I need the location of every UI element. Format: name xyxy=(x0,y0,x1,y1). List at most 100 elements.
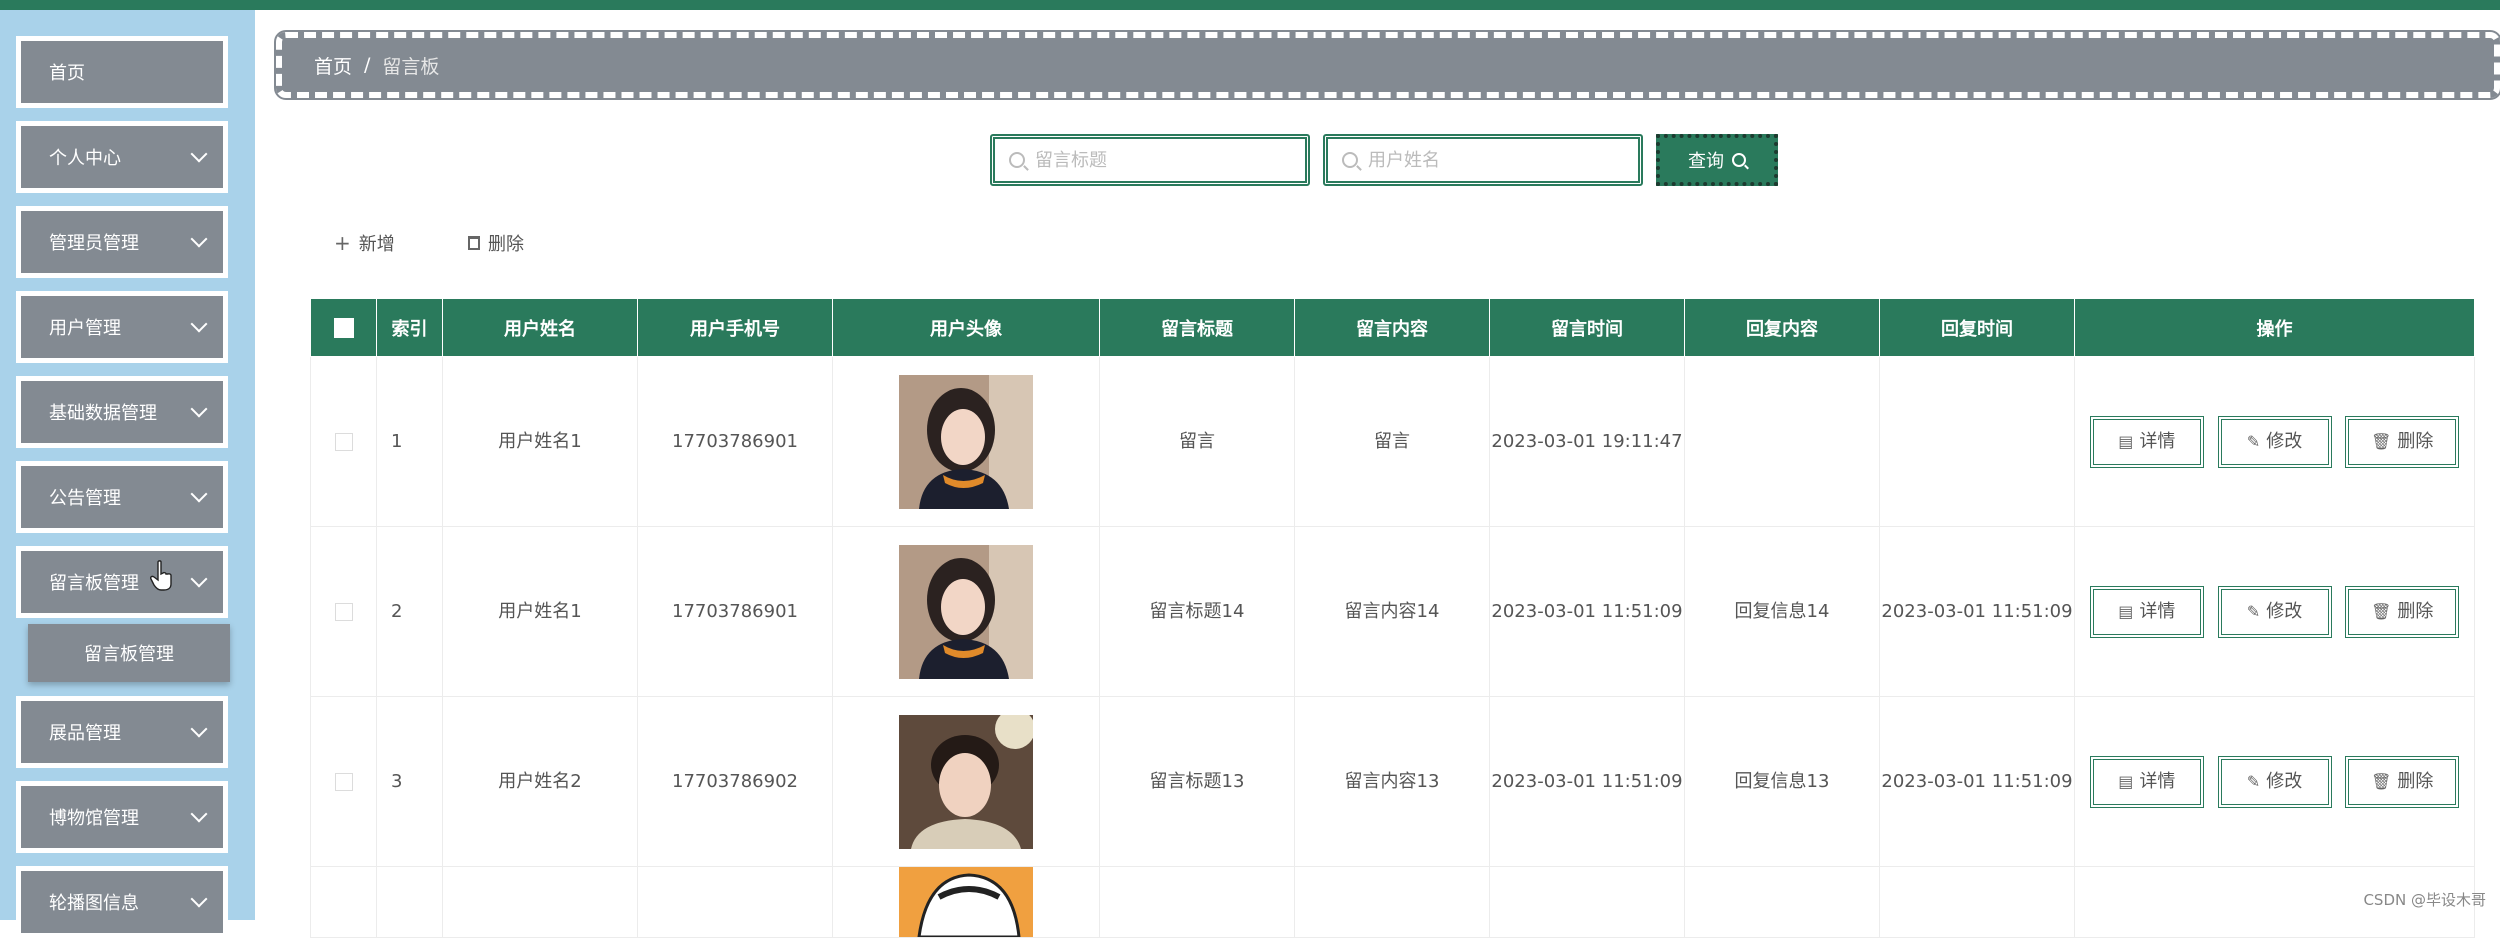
cell-title: 留言 xyxy=(1100,357,1295,527)
cell-name: 用户姓名1 xyxy=(443,357,638,527)
add-button[interactable]: + 新增 xyxy=(334,228,395,258)
column-header-time: 留言时间 xyxy=(1490,299,1685,357)
message-title-input[interactable] xyxy=(1035,150,1305,171)
column-header-reply-time: 回复时间 xyxy=(1880,299,2075,357)
cell-reply xyxy=(1685,357,1880,527)
row-checkbox[interactable] xyxy=(335,603,353,621)
table-row: 3 用户姓名2 17703786902 留言标题13 留言内容13 2023-0… xyxy=(311,697,2475,867)
sidebar-item-user-management[interactable]: 用户管理 xyxy=(16,291,228,363)
plus-icon: + xyxy=(334,231,351,255)
chevron-down-icon xyxy=(191,891,208,908)
trash-icon: 🗑 xyxy=(2371,590,2391,634)
detail-button[interactable]: ▤详情 xyxy=(2090,756,2204,808)
edit-button[interactable]: ✎修改 xyxy=(2218,416,2332,468)
cell-phone: 17703786901 xyxy=(638,357,833,527)
edit-button[interactable]: ✎修改 xyxy=(2218,586,2332,638)
delete-button[interactable]: 🗑删除 xyxy=(2345,416,2459,468)
sidebar-item-label: 展品管理 xyxy=(49,719,121,745)
cell-index: 1 xyxy=(377,357,443,527)
cell-operations: ▤详情 ✎修改 🗑删除 xyxy=(2075,527,2475,697)
cell-reply-time: 2023-03-01 11:51:09 xyxy=(1880,527,2075,697)
cell-index: 3 xyxy=(377,697,443,867)
cell-content: 留言内容14 xyxy=(1295,527,1490,697)
submenu-item-label: 留言板管理 xyxy=(84,640,174,666)
trash-icon xyxy=(468,236,480,250)
search-icon xyxy=(1342,152,1358,168)
sidebar-item-museum-management[interactable]: 博物馆管理 xyxy=(16,781,228,853)
table-header-row: 索引 用户姓名 用户手机号 用户头像 留言标题 留言内容 留言时间 回复内容 回… xyxy=(311,299,2475,357)
cell-index: 2 xyxy=(377,527,443,697)
chevron-down-icon xyxy=(191,571,208,588)
sidebar-item-exhibit-management[interactable]: 展品管理 xyxy=(16,696,228,768)
delete-label: 删除 xyxy=(2397,431,2433,452)
delete-button[interactable]: 🗑删除 xyxy=(2345,586,2459,638)
sidebar-item-personal-center[interactable]: 个人中心 xyxy=(16,121,228,193)
table-row: 1 用户姓名1 17703786901 留言 留言 2023-03-01 19:… xyxy=(311,357,2475,527)
message-title-search-box xyxy=(990,134,1310,186)
sidebar-item-message-board-management[interactable]: 留言板管理 xyxy=(16,546,228,618)
cell-title: 留言标题14 xyxy=(1100,527,1295,697)
column-header-index: 索引 xyxy=(377,299,443,357)
top-bar xyxy=(0,0,2500,10)
chevron-down-icon xyxy=(191,401,208,418)
breadcrumb-home[interactable]: 首页 xyxy=(314,52,352,79)
sidebar-item-carousel-info[interactable]: 轮播图信息 xyxy=(16,866,228,938)
document-icon: ▤ xyxy=(2118,590,2133,634)
user-name-search-box xyxy=(1323,134,1643,186)
delete-button[interactable]: 🗑删除 xyxy=(2345,756,2459,808)
query-button-label: 查询 xyxy=(1688,147,1724,173)
cell-content: 留言 xyxy=(1295,357,1490,527)
chevron-down-icon xyxy=(191,486,208,503)
sidebar-item-label: 用户管理 xyxy=(49,314,121,340)
breadcrumb-current: 留言板 xyxy=(382,52,439,79)
cell-name: 用户姓名2 xyxy=(443,697,638,867)
pencil-icon: ✎ xyxy=(2247,760,2260,804)
breadcrumb-separator: / xyxy=(364,54,370,76)
watermark: CSDN @毕设木哥 xyxy=(2363,889,2486,910)
chevron-down-icon xyxy=(191,721,208,738)
cell-reply-time: 2023-03-01 11:51:09 xyxy=(1880,697,2075,867)
sidebar-item-home[interactable]: 首页 xyxy=(16,36,228,108)
cell-operations: ▤详情 ✎ 修改 🗑删除 xyxy=(2075,697,2475,867)
cell-phone: 17703786902 xyxy=(638,697,833,867)
row-checkbox[interactable] xyxy=(335,433,353,451)
sidebar-item-label: 管理员管理 xyxy=(49,229,139,255)
sidebar-item-base-data-management[interactable]: 基础数据管理 xyxy=(16,376,228,448)
sidebar-item-label: 轮播图信息 xyxy=(49,889,139,915)
user-name-input[interactable] xyxy=(1368,150,1638,171)
sidebar-item-label: 公告管理 xyxy=(49,484,121,510)
query-button[interactable]: 查询 xyxy=(1656,134,1778,186)
document-icon: ▤ xyxy=(2118,760,2133,804)
search-icon xyxy=(1009,152,1025,168)
table-row: 2 用户姓名1 17703786901 留言标题14 留言内容14 2023-0… xyxy=(311,527,2475,697)
cell-title: 留言标题13 xyxy=(1100,697,1295,867)
sidebar-item-label: 博物馆管理 xyxy=(49,804,139,830)
edit-button[interactable]: ✎ 修改 xyxy=(2218,756,2332,808)
sidebar-item-label: 基础数据管理 xyxy=(49,399,157,425)
sidebar: 首页 个人中心 管理员管理 用户管理 基础数据管理 公告管理 留言板管理 留言板… xyxy=(0,10,255,920)
sidebar-item-label: 个人中心 xyxy=(49,144,121,170)
column-header-avatar: 用户头像 xyxy=(833,299,1100,357)
detail-label: 详情 xyxy=(2139,431,2175,452)
submenu-item-message-board-management[interactable]: 留言板管理 xyxy=(28,624,230,682)
sidebar-item-notice-management[interactable]: 公告管理 xyxy=(16,461,228,533)
batch-delete-button[interactable]: 删除 xyxy=(468,228,524,258)
pencil-icon: ✎ xyxy=(2247,590,2260,634)
female-avatar-image xyxy=(899,375,1033,509)
message-table: 索引 用户姓名 用户手机号 用户头像 留言标题 留言内容 留言时间 回复内容 回… xyxy=(310,298,2474,938)
hand-cursor-icon xyxy=(150,560,174,592)
column-header-phone: 用户手机号 xyxy=(638,299,833,357)
row-checkbox[interactable] xyxy=(335,773,353,791)
batch-delete-label: 删除 xyxy=(488,230,524,256)
sidebar-item-label: 首页 xyxy=(49,59,85,85)
detail-button[interactable]: ▤详情 xyxy=(2090,586,2204,638)
cell-avatar xyxy=(833,527,1100,697)
column-header-title: 留言标题 xyxy=(1100,299,1295,357)
document-icon: ▤ xyxy=(2118,420,2133,464)
edit-label: 修改 xyxy=(2266,771,2302,792)
detail-button[interactable]: ▤ 详情 xyxy=(2090,416,2204,468)
column-header-name: 用户姓名 xyxy=(443,299,638,357)
select-all-checkbox[interactable] xyxy=(334,318,354,338)
sidebar-item-admin-management[interactable]: 管理员管理 xyxy=(16,206,228,278)
male-avatar-image xyxy=(899,715,1033,849)
